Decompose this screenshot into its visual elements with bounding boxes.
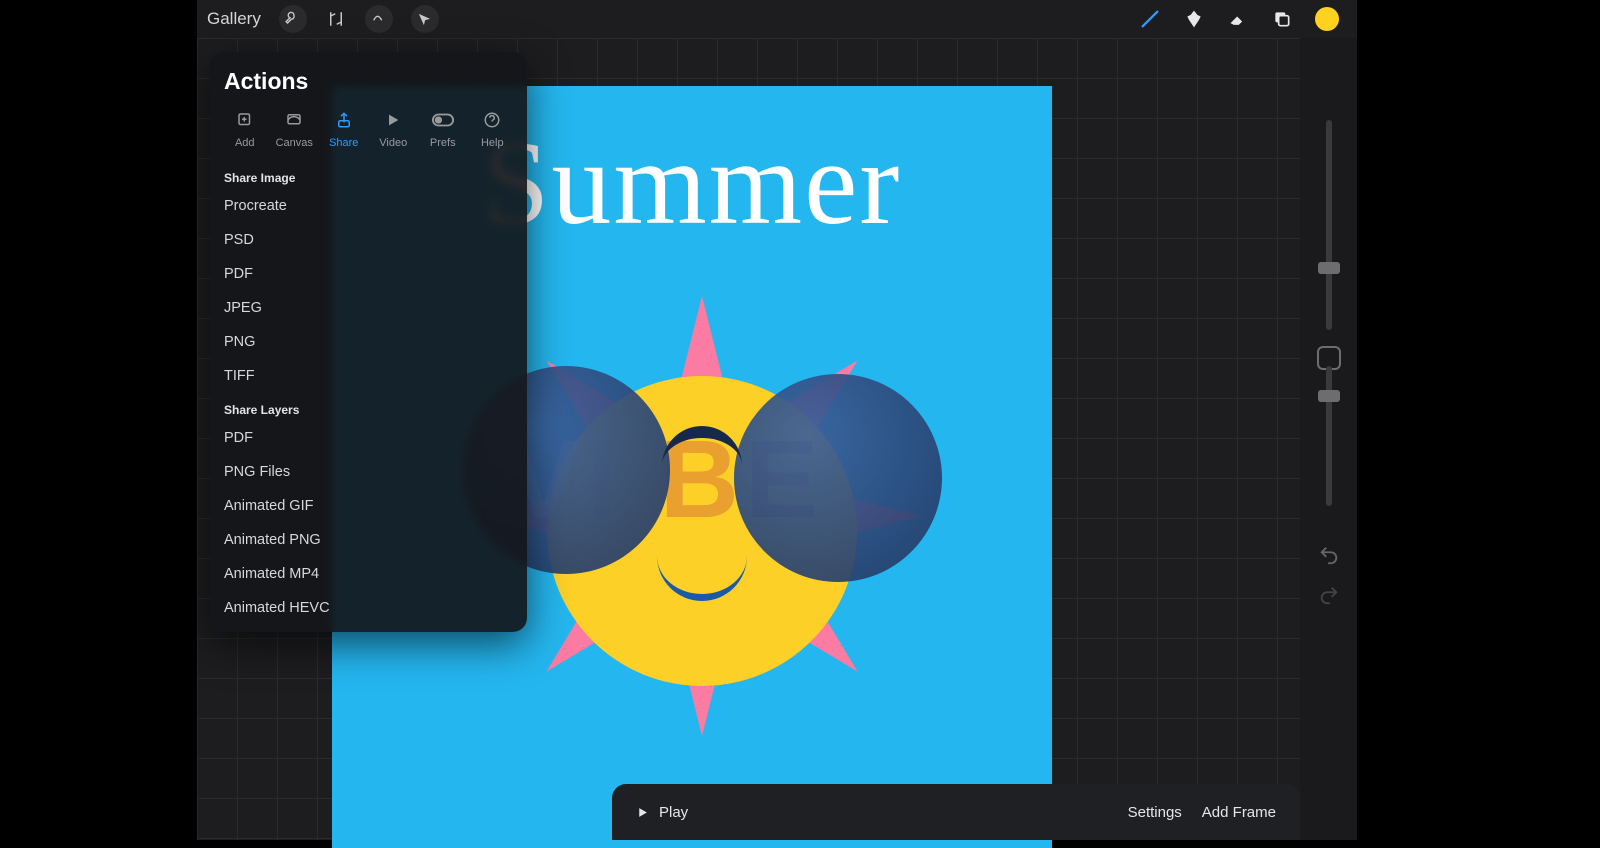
adjustments-icon[interactable] bbox=[325, 8, 347, 30]
actions-tab-help[interactable]: Help bbox=[468, 105, 518, 153]
top-toolbar: Gallery bbox=[197, 0, 1357, 38]
share-image-option[interactable]: TIFF bbox=[210, 359, 527, 393]
side-rail bbox=[1300, 38, 1357, 840]
share-icon bbox=[333, 109, 355, 131]
share-layers-option[interactable]: PDF bbox=[210, 421, 527, 455]
share-image-option[interactable]: PNG bbox=[210, 325, 527, 359]
play-button[interactable]: Play bbox=[636, 804, 688, 821]
smudge-icon[interactable] bbox=[1183, 8, 1205, 30]
opacity-slider[interactable] bbox=[1326, 366, 1332, 506]
animation-bar: Play Settings Add Frame bbox=[612, 784, 1300, 840]
help-icon bbox=[481, 109, 503, 131]
share-layers-option[interactable]: Animated HEVC bbox=[210, 591, 527, 625]
share-image-label: Share Image bbox=[210, 161, 527, 189]
share-layers-option[interactable]: PNG Files bbox=[210, 455, 527, 489]
actions-tab-video[interactable]: Video bbox=[369, 105, 419, 153]
eraser-icon[interactable] bbox=[1227, 8, 1249, 30]
share-image-option[interactable]: JPEG bbox=[210, 291, 527, 325]
brush-size-thumb[interactable] bbox=[1318, 262, 1340, 274]
layers-icon[interactable] bbox=[1271, 8, 1293, 30]
share-image-option[interactable]: PSD bbox=[210, 223, 527, 257]
share-layers-label: Share Layers bbox=[210, 393, 527, 421]
share-image-option[interactable]: Procreate bbox=[210, 189, 527, 223]
play-label: Play bbox=[659, 804, 688, 821]
brush-size-slider[interactable] bbox=[1326, 120, 1332, 330]
actions-title: Actions bbox=[210, 52, 527, 105]
actions-tab-prefs[interactable]: Prefs bbox=[418, 105, 468, 153]
prefs-toggle-icon bbox=[432, 109, 454, 131]
share-image-option[interactable]: PDF bbox=[210, 257, 527, 291]
anim-settings-button[interactable]: Settings bbox=[1128, 804, 1182, 821]
gallery-button[interactable]: Gallery bbox=[207, 9, 261, 29]
add-icon bbox=[234, 109, 256, 131]
share-layers-option[interactable]: Animated MP4 bbox=[210, 557, 527, 591]
share-layers-option[interactable]: Animated GIF bbox=[210, 489, 527, 523]
color-swatch[interactable] bbox=[1315, 7, 1339, 31]
video-play-icon bbox=[382, 109, 404, 131]
share-layers-option[interactable]: Animated PNG bbox=[210, 523, 527, 557]
selection-icon[interactable] bbox=[365, 5, 393, 33]
actions-panel: Actions Add Canvas Share Video Prefs Hel… bbox=[210, 52, 527, 632]
actions-tab-canvas[interactable]: Canvas bbox=[270, 105, 320, 153]
undo-icon[interactable] bbox=[1318, 544, 1340, 571]
transform-arrow-icon[interactable] bbox=[411, 5, 439, 33]
sunglasses bbox=[462, 356, 942, 576]
add-frame-button[interactable]: Add Frame bbox=[1202, 804, 1276, 821]
brush-icon[interactable] bbox=[1139, 8, 1161, 30]
actions-tab-share[interactable]: Share bbox=[319, 105, 369, 153]
actions-tabs: Add Canvas Share Video Prefs Help bbox=[210, 105, 527, 161]
actions-wrench-icon[interactable] bbox=[279, 5, 307, 33]
actions-tab-add[interactable]: Add bbox=[220, 105, 270, 153]
canvas-icon bbox=[283, 109, 305, 131]
opacity-thumb[interactable] bbox=[1318, 390, 1340, 402]
redo-icon[interactable] bbox=[1318, 584, 1340, 611]
